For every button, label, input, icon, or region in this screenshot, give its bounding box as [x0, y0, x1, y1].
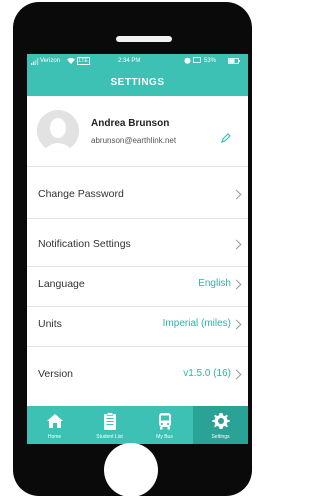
chevron-right-icon: [231, 369, 242, 380]
setting-label: Version: [38, 368, 74, 380]
alarm-icon: [184, 57, 191, 66]
tab-label: Student List: [96, 434, 123, 440]
divider: [27, 218, 248, 219]
settings-row-version[interactable]: Version v1.5.0 (16): [27, 356, 248, 396]
setting-value: Imperial (miles): [162, 318, 231, 329]
tab-home[interactable]: Home: [27, 406, 82, 444]
tab-label: My Bus: [156, 434, 173, 440]
settings-row-units[interactable]: Units Imperial (miles): [27, 306, 248, 346]
chevron-right-icon: [231, 239, 242, 250]
settings-row-language[interactable]: Language English: [27, 266, 248, 306]
gear-icon: [211, 411, 231, 431]
carrier-label: Verizon: [40, 58, 61, 64]
chevron-right-icon: [231, 319, 242, 330]
tab-bar: Home Student List My Bus Settings: [27, 406, 248, 444]
page-title: SETTINGS: [27, 70, 248, 96]
profile-email: abrunson@earthlink.net: [91, 136, 177, 145]
setting-label: Language: [38, 278, 85, 290]
app-screen: Verizon LTE 2:34 PM 53% SETTINGS Andrea …: [27, 54, 248, 444]
screen-mirror-icon: [193, 57, 201, 66]
home-icon: [45, 411, 65, 431]
divider: [27, 166, 248, 167]
wifi-icon: [67, 57, 75, 66]
setting-label: Change Password: [38, 188, 124, 200]
bus-icon: [155, 411, 175, 431]
battery-percent: 53%: [204, 58, 217, 64]
profile-card: Andrea Brunson abrunson@earthlink.net: [27, 96, 248, 166]
settings-row-notification-settings[interactable]: Notification Settings: [27, 226, 248, 266]
avatar: [37, 110, 79, 152]
clock: 2:34 PM: [118, 58, 141, 64]
status-bar: Verizon LTE 2:34 PM 53%: [27, 54, 248, 70]
clipboard-icon: [100, 411, 120, 431]
profile-name: Andrea Brunson: [91, 118, 170, 129]
tab-my-bus[interactable]: My Bus: [137, 406, 192, 444]
tab-student-list[interactable]: Student List: [82, 406, 137, 444]
settings-row-change-password[interactable]: Change Password: [27, 176, 248, 216]
setting-label: Notification Settings: [38, 238, 131, 250]
divider: [27, 346, 248, 347]
speaker-slot: [116, 36, 172, 42]
tab-settings[interactable]: Settings: [193, 406, 248, 444]
battery-icon: [228, 58, 240, 66]
tab-label: Settings: [211, 434, 230, 440]
signal-icon: [31, 58, 39, 67]
setting-value: English: [198, 278, 231, 289]
tab-label: Home: [47, 434, 62, 440]
setting-label: Units: [38, 318, 62, 330]
network-badge: LTE: [77, 57, 90, 65]
edit-pencil-icon[interactable]: [221, 130, 231, 148]
setting-value: v1.5.0 (16): [183, 368, 231, 379]
chevron-right-icon: [231, 189, 242, 200]
home-button[interactable]: [104, 443, 158, 497]
chevron-right-icon: [231, 279, 242, 290]
